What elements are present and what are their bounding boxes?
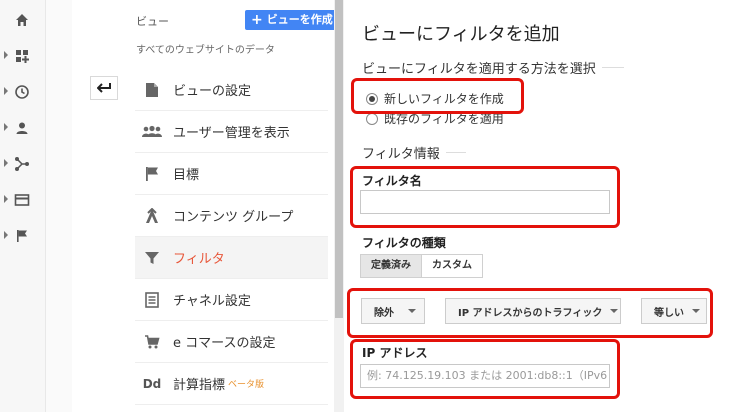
rail-dashboard[interactable] <box>0 38 46 74</box>
view-selector[interactable]: すべてのウェブサイトのデータ <box>136 41 275 56</box>
tab-predefined[interactable]: 定義済み <box>360 254 422 278</box>
view-settings-menu: ビューの設定 ユーザー管理を表示 目標 コンテンツ グループ フィルタ チャネル… <box>135 69 328 405</box>
menu-item-goals[interactable]: 目標 <box>135 153 328 195</box>
radio-create-new[interactable]: 新しいフィルタを作成 <box>366 90 504 107</box>
flag-icon <box>17 230 27 242</box>
radio-apply-existing[interactable]: 既存のフィルタを適用 <box>366 110 504 127</box>
create-view-button[interactable]: + ビューを作成 <box>245 10 341 30</box>
people-icon <box>142 125 162 137</box>
menu-item-calculated-metrics[interactable]: Dd 計算指標 ベータ版 <box>135 363 328 405</box>
menu-item-ecommerce-settings[interactable]: e コマースの設定 <box>135 321 328 363</box>
menu-item-view-settings[interactable]: ビューの設定 <box>135 69 328 111</box>
radio-button[interactable] <box>366 92 378 105</box>
back-button[interactable] <box>90 76 118 100</box>
chevron-right-icon <box>4 195 8 203</box>
rail-conversions[interactable] <box>0 218 46 254</box>
filter-type-tabs: 定義済み カスタム <box>360 254 483 278</box>
radio-label: 新しいフィルタを作成 <box>384 92 504 106</box>
dropdown-value: IP アドレスからのトラフィック <box>458 307 603 319</box>
chevron-down-icon <box>692 309 700 313</box>
left-nav-rail <box>0 0 46 412</box>
menu-item-user-management[interactable]: ユーザー管理を表示 <box>135 111 328 153</box>
method-section-heading: ビューにフィルタを適用する方法を選択 <box>362 58 624 77</box>
view-label: ビュー <box>136 15 169 28</box>
info-heading-text: フィルタ情報 <box>362 147 440 162</box>
create-view-label: ビューを作成 <box>266 13 333 26</box>
source-dropdown[interactable]: IP アドレスからのトラフィック <box>445 298 621 324</box>
document-icon <box>146 82 158 97</box>
beta-badge: ベータ版 <box>228 380 265 390</box>
divider <box>445 152 466 153</box>
person-icon <box>16 122 28 134</box>
rail-home[interactable] <box>0 2 46 38</box>
radio-button[interactable] <box>366 112 378 125</box>
chevron-right-icon <box>4 123 8 131</box>
expression-dropdown[interactable]: 等しい <box>641 298 707 324</box>
menu-item-content-grouping[interactable]: コンテンツ グループ <box>135 195 328 237</box>
menu-label: フィルタ <box>173 252 225 267</box>
menu-label: コンテンツ グループ <box>173 210 294 225</box>
exclude-dropdown[interactable]: 除外 <box>361 298 425 324</box>
filter-type-label: フィルタの種類 <box>362 236 446 250</box>
flag-icon <box>146 166 158 181</box>
menu-item-filters[interactable]: フィルタ <box>135 237 328 279</box>
channel-icon <box>145 291 159 308</box>
dd-icon: Dd <box>142 376 162 391</box>
page-title: ビューにフィルタを追加 <box>362 24 560 45</box>
cart-icon <box>145 334 160 348</box>
chevron-down-icon <box>408 309 416 313</box>
menu-label: 目標 <box>173 168 200 183</box>
arrow-left-icon <box>97 83 111 93</box>
chevron-down-icon <box>610 309 619 313</box>
menu-item-channel-settings[interactable]: チャネル設定 <box>135 279 328 321</box>
tab-custom[interactable]: カスタム <box>422 254 483 278</box>
scrollbar-thumb[interactable] <box>335 0 343 318</box>
rail-behavior[interactable] <box>0 182 46 218</box>
menu-label: 計算指標 <box>173 378 226 393</box>
chevron-right-icon <box>4 159 8 167</box>
method-heading-text: ビューにフィルタを適用する方法を選択 <box>362 62 596 77</box>
menu-label: e コマースの設定 <box>173 336 276 351</box>
menu-label: ビューの設定 <box>173 84 252 99</box>
rail-acquisition[interactable] <box>0 146 46 182</box>
acquisition-icon <box>15 157 29 171</box>
chevron-right-icon <box>4 51 8 59</box>
filter-info-heading: フィルタ情報 <box>362 143 466 162</box>
divider <box>601 67 624 68</box>
ip-address-label: IP アドレス <box>362 346 428 360</box>
chevron-right-icon <box>4 231 8 239</box>
dropdown-value: 除外 <box>374 307 394 319</box>
plus-icon: + <box>251 12 263 28</box>
dashboard-icon <box>16 50 29 63</box>
menu-label: チャネル設定 <box>173 294 251 309</box>
menu-label: ユーザー管理を表示 <box>173 126 290 141</box>
chevron-right-icon <box>4 87 8 95</box>
filter-name-input[interactable] <box>360 190 610 214</box>
content-group-icon <box>146 207 158 223</box>
home-icon <box>16 14 28 26</box>
radio-label: 既存のフィルタを適用 <box>384 112 504 126</box>
rail-gutter <box>46 0 72 412</box>
ip-address-input[interactable]: 例: 74.125.19.103 または 2001:db8::1（IPv6 の <box>360 364 610 388</box>
clock-icon <box>15 85 29 99</box>
rail-realtime[interactable] <box>0 74 46 110</box>
filter-name-label: フィルタ名 <box>362 174 422 188</box>
rail-audience[interactable] <box>0 110 46 146</box>
add-filter-panel: ビューにフィルタを追加 ビューにフィルタを適用する方法を選択 新しいフィルタを作… <box>344 0 734 412</box>
card-icon <box>14 194 30 206</box>
dropdown-value: 等しい <box>654 307 684 319</box>
filter-icon <box>145 251 159 264</box>
